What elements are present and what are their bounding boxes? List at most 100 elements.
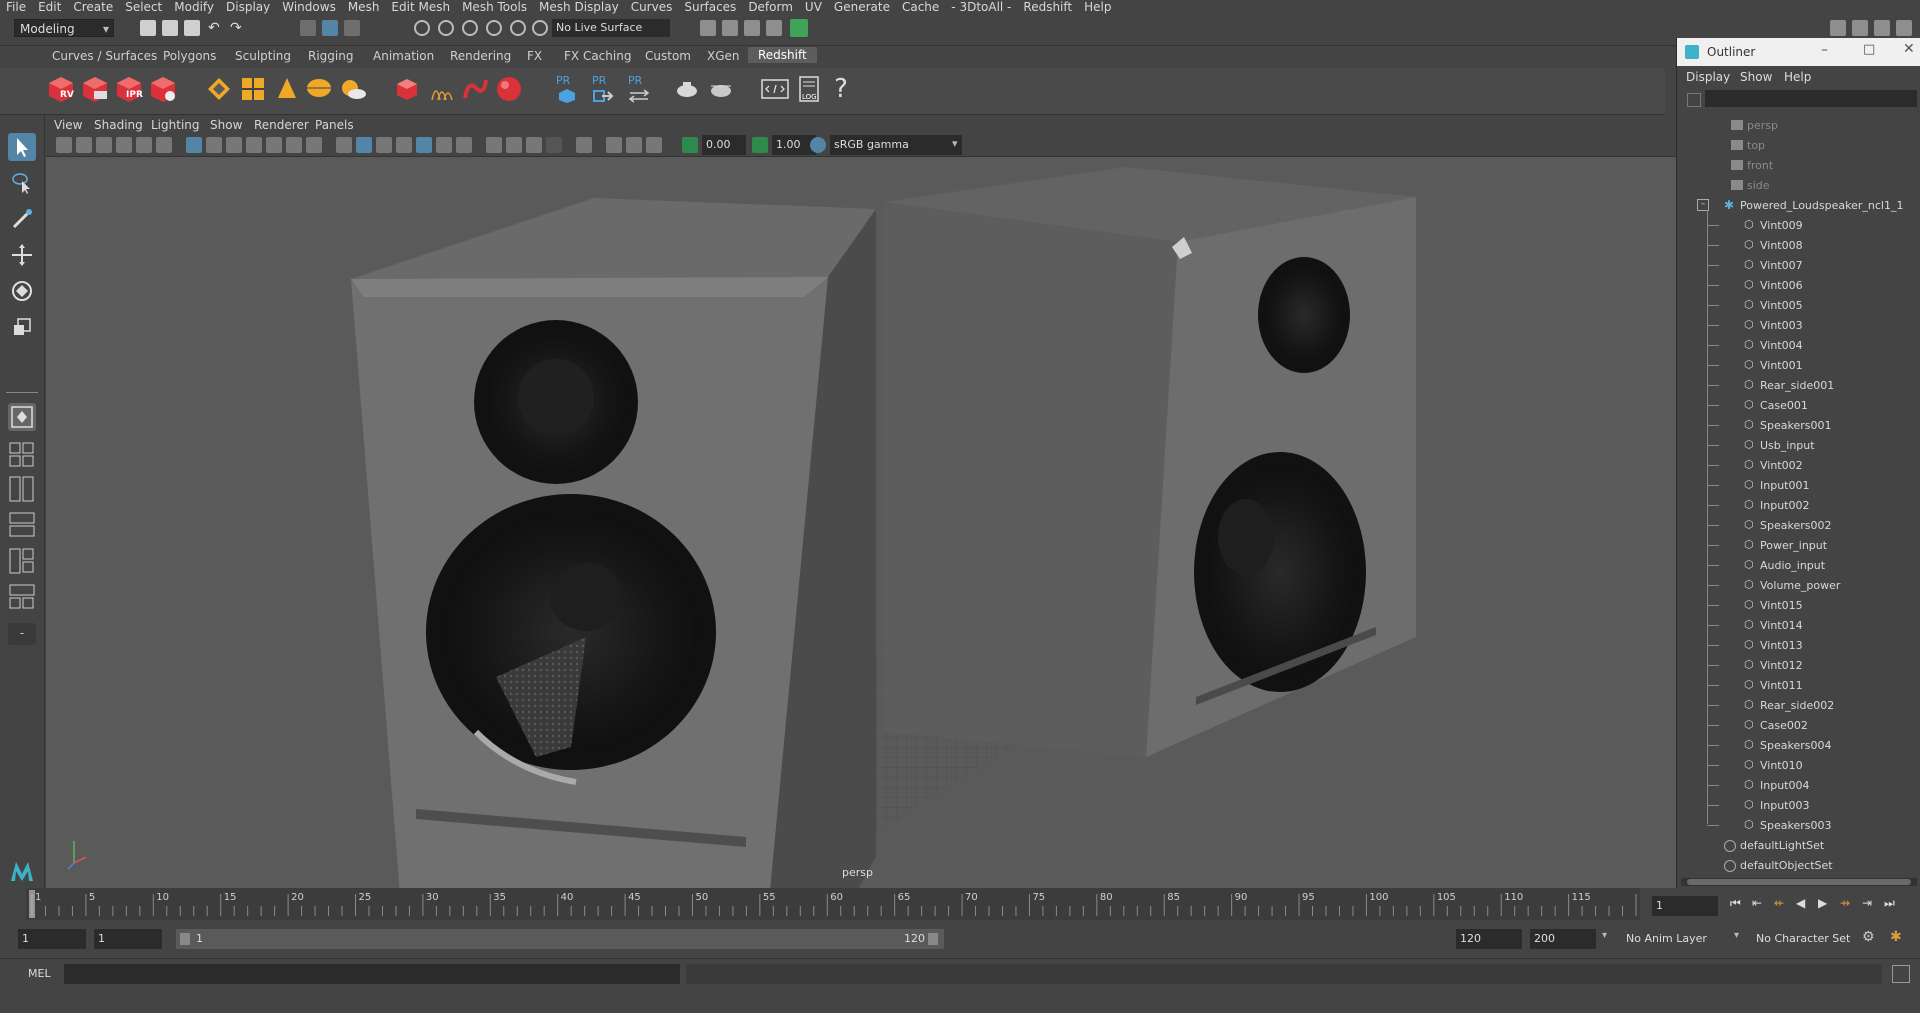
viewport-persp[interactable] (46, 157, 1676, 888)
redshift-proxy-button[interactable] (204, 74, 234, 104)
safe-action-icon[interactable] (286, 137, 302, 153)
xray-components-icon[interactable] (626, 137, 642, 153)
redshift-grid-button[interactable] (238, 74, 268, 104)
outliner-item[interactable]: ⬡ Case002 (1677, 716, 1920, 736)
step-back-frame-icon[interactable]: ⇷ (1774, 896, 1784, 910)
menu-select[interactable]: Select (119, 0, 168, 14)
step-back-key-icon[interactable]: ⇤ (1752, 896, 1762, 910)
menu-surfaces[interactable]: Surfaces (678, 0, 742, 14)
playback-end-field[interactable]: 120 (1456, 929, 1522, 949)
render-settings-icon[interactable] (700, 20, 716, 36)
redshift-hair-button[interactable] (426, 74, 456, 104)
menu-display[interactable]: Display (220, 0, 276, 14)
outliner-item[interactable]: ⬡ Vint015 (1677, 596, 1920, 616)
shelf-tab-custom[interactable]: Custom (645, 49, 691, 63)
two-pane-layout-button[interactable] (8, 475, 36, 503)
outliner-horizontal-scrollbar[interactable] (1681, 878, 1917, 886)
outliner-item[interactable]: ⬡ Input004 (1677, 776, 1920, 796)
select-component-icon[interactable] (344, 20, 360, 36)
range-slider[interactable]: 1 120 (176, 929, 944, 949)
anim-layer-select[interactable]: No Anim Layer (1622, 929, 1732, 949)
menu-deform[interactable]: Deform (742, 0, 799, 14)
outliner-menu-help[interactable]: Help (1784, 70, 1811, 84)
redshift-help-button[interactable]: ? (826, 74, 856, 104)
select-hierarchy-icon[interactable] (300, 20, 316, 36)
use-lights-icon[interactable] (416, 137, 432, 153)
outliner-item[interactable]: defaultObjectSet (1677, 856, 1920, 876)
grease-pencil-icon[interactable] (156, 137, 172, 153)
outliner-item[interactable]: ⬡ Rear_side001 (1677, 376, 1920, 396)
scrollbar-thumb[interactable] (1687, 879, 1911, 885)
hypershade-layout-button[interactable] (8, 583, 36, 611)
snap-point-icon[interactable] (462, 20, 478, 36)
resolution-gate-icon[interactable] (226, 137, 242, 153)
viewport-menu-show[interactable]: Show (210, 118, 242, 132)
multisample-icon[interactable] (506, 137, 522, 153)
outliner-item[interactable]: ⬡ Vint009 (1677, 216, 1920, 236)
redshift-cone-button[interactable] (272, 74, 302, 104)
viewport-menu-lighting[interactable]: Lighting (151, 118, 200, 132)
menu-modify[interactable]: Modify (168, 0, 220, 14)
play-backwards-icon[interactable]: ◀ (1796, 896, 1805, 910)
workspace-icon[interactable] (1830, 20, 1846, 36)
outliner-menu-display[interactable]: Display (1686, 70, 1730, 84)
open-scene-icon[interactable] (162, 20, 178, 36)
menu-edit-mesh[interactable]: Edit Mesh (385, 0, 456, 14)
outliner-item[interactable]: ⬡ Input002 (1677, 496, 1920, 516)
go-to-end-icon[interactable]: ⏭ (1884, 896, 1895, 911)
shelf-tab-rendering[interactable]: Rendering (450, 49, 511, 63)
new-scene-icon[interactable] (140, 20, 156, 36)
redshift-dome-button[interactable] (304, 74, 334, 104)
redshift-curve-button[interactable] (460, 74, 490, 104)
shelf-tab-rigging[interactable]: Rigging (308, 49, 353, 63)
outliner-item[interactable]: persp (1677, 116, 1920, 136)
menu-cache[interactable]: Cache (896, 0, 945, 14)
xray-icon[interactable] (576, 137, 592, 153)
film-gate-icon[interactable] (206, 137, 222, 153)
redshift-log-button[interactable]: LOG (794, 74, 824, 104)
menu-edit[interactable]: Edit (32, 0, 67, 14)
command-input[interactable] (64, 964, 680, 984)
go-to-start-icon[interactable]: ⏮ (1730, 896, 1741, 911)
chevron-down-icon[interactable]: ▾ (952, 137, 958, 150)
gate-mask-icon[interactable] (246, 137, 262, 153)
scale-tool-button[interactable] (8, 313, 36, 341)
current-time-marker[interactable] (29, 890, 35, 918)
persp-outliner-layout-button[interactable] (8, 511, 36, 539)
redshift-material-button[interactable] (392, 74, 422, 104)
character-set-select[interactable]: No Character Set (1752, 929, 1862, 949)
outliner-item[interactable]: ⬡ Vint007 (1677, 256, 1920, 276)
menu-uv[interactable]: UV (799, 0, 828, 14)
outliner-item[interactable]: ⬡ Rear_side002 (1677, 696, 1920, 716)
save-scene-icon[interactable] (184, 20, 200, 36)
redshift-sun-button[interactable] (338, 74, 368, 104)
motion-blur-icon[interactable] (486, 137, 502, 153)
field-chart-icon[interactable] (266, 137, 282, 153)
redshift-batch-render-button[interactable] (80, 74, 110, 104)
auto-key-icon[interactable]: ✱ (1890, 929, 1902, 945)
menu-mesh[interactable]: Mesh (342, 0, 386, 14)
camera-select-icon[interactable] (56, 137, 72, 153)
gamma-icon[interactable] (752, 137, 768, 153)
minimize-icon[interactable]: – (1821, 42, 1828, 58)
undo-icon[interactable]: ↶ (208, 20, 224, 36)
color-space-select[interactable]: sRGB gamma (830, 135, 962, 155)
animation-end-field[interactable]: 200 (1530, 929, 1596, 949)
close-icon[interactable]: ✕ (1903, 41, 1915, 57)
chevron-down-icon[interactable]: ▾ (1734, 930, 1739, 941)
safe-title-icon[interactable] (306, 137, 322, 153)
redshift-render-view-button[interactable]: RV (46, 74, 76, 104)
outliner-item[interactable]: ⬡ Vint005 (1677, 296, 1920, 316)
snap-surface-icon[interactable] (510, 20, 526, 36)
script-editor-icon[interactable] (1892, 965, 1910, 983)
outliner-item[interactable]: ⬡ Vint004 (1677, 336, 1920, 356)
shelf-tab-sculpting[interactable]: Sculpting (235, 49, 291, 63)
outliner-item[interactable]: ✱ – Powered_Loudspeaker_ncl1_1 (1677, 196, 1920, 216)
single-pane-layout-button[interactable] (8, 403, 36, 431)
snap-grid-icon[interactable] (414, 20, 430, 36)
redo-icon[interactable]: ↷ (230, 20, 246, 36)
menu-redshift[interactable]: Redshift (1017, 0, 1078, 14)
wireframe-on-shaded-icon[interactable] (376, 137, 392, 153)
outliner-item[interactable]: ⬡ Vint002 (1677, 456, 1920, 476)
outliner-item[interactable]: ⬡ Audio_input (1677, 556, 1920, 576)
